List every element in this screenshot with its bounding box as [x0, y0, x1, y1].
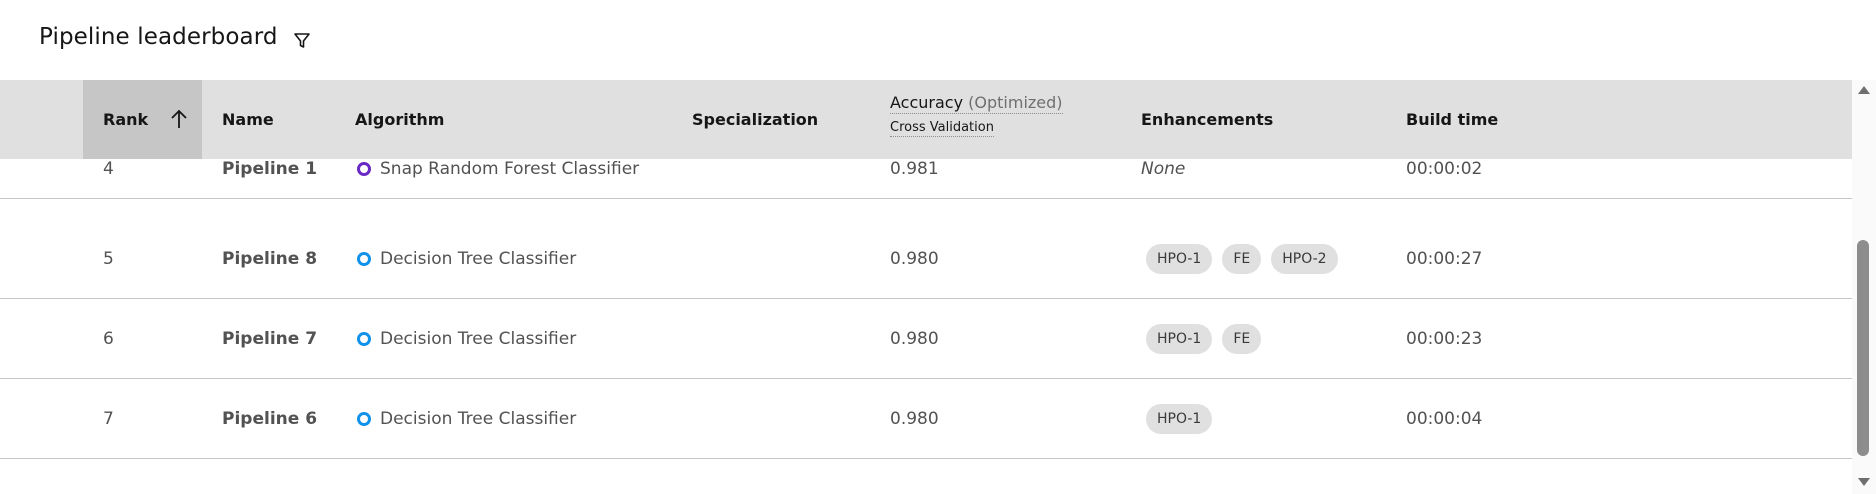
column-header-accuracy[interactable]: Accuracy (Optimized) Cross Validation [890, 93, 1063, 137]
column-header-name[interactable]: Name [222, 80, 274, 159]
scroll-up-icon[interactable] [1858, 86, 1870, 94]
enhancement-tag[interactable]: FE [1222, 323, 1262, 354]
column-header-specialization[interactable]: Specialization [692, 80, 818, 159]
vertical-scrollbar[interactable] [1852, 80, 1876, 494]
filter-icon[interactable] [290, 28, 314, 52]
algorithm-cell: Decision Tree Classifier [357, 299, 576, 378]
accuracy-title: Accuracy [890, 93, 964, 112]
table-row[interactable]: 5 Pipeline 8 Decision Tree Classifier 0.980… [0, 219, 1852, 299]
scrollbar-thumb[interactable] [1857, 240, 1869, 456]
accuracy-cell: 0.980 [890, 248, 939, 269]
table-row[interactable]: 7 Pipeline 6 Decision Tree Classifier 0.980… [0, 379, 1852, 459]
algorithm-label: Decision Tree Classifier [380, 248, 577, 269]
enhancement-tag[interactable]: HPO-1 [1146, 243, 1213, 274]
enhancements-cell: HPO-1 [1146, 379, 1213, 458]
build-time-cell: 00:00:04 [1406, 408, 1483, 429]
rank-cell: 5 [103, 248, 114, 269]
pipeline-name-link[interactable]: Pipeline 6 [222, 379, 317, 458]
algorithm-label: Decision Tree Classifier [380, 328, 577, 349]
arrow-up-icon[interactable] [169, 108, 189, 130]
algorithm-ring-icon [357, 251, 371, 266]
algorithm-ring-icon [357, 331, 371, 346]
column-header-enhancements[interactable]: Enhancements [1141, 80, 1273, 159]
column-label-rank: Rank [103, 110, 149, 129]
column-header-build-time[interactable]: Build time [1406, 80, 1498, 159]
algorithm-ring-icon [357, 411, 371, 426]
table-header: Rank Name Algorithm Specialization Accur… [0, 80, 1852, 159]
scroll-down-icon[interactable] [1858, 478, 1870, 486]
pipeline-leaderboard-panel: Pipeline leaderboard Rank Name Algorithm… [0, 0, 1876, 494]
algorithm-label: Decision Tree Classifier [380, 408, 577, 429]
title-bar: Pipeline leaderboard [0, 0, 1876, 80]
enhancements-cell: HPO-1 FE [1146, 299, 1262, 378]
accuracy-sub-label[interactable]: Cross Validation [890, 120, 994, 137]
table-row[interactable]: 6 Pipeline 7 Decision Tree Classifier 0.980… [0, 299, 1852, 379]
build-time-cell: 00:00:23 [1406, 328, 1483, 349]
pipeline-name-link[interactable]: Pipeline 8 [222, 219, 317, 298]
enhancement-tag[interactable]: HPO-2 [1271, 243, 1338, 274]
algorithm-ring-icon [357, 161, 371, 176]
accuracy-cell: 0.980 [890, 408, 939, 429]
column-header-algorithm[interactable]: Algorithm [355, 80, 444, 159]
pipeline-name-link[interactable]: Pipeline 7 [222, 299, 317, 378]
rank-cell: 6 [103, 328, 114, 349]
accuracy-cell: 0.980 [890, 328, 939, 349]
enhancement-tag[interactable]: HPO-1 [1146, 323, 1213, 354]
leaderboard-table: Rank Name Algorithm Specialization Accur… [0, 80, 1852, 494]
accuracy-optimized-label: (Optimized) [968, 93, 1063, 112]
enhancement-tag[interactable]: FE [1222, 243, 1262, 274]
enhancement-tag[interactable]: HPO-1 [1146, 403, 1213, 434]
build-time-cell: 00:00:27 [1406, 248, 1483, 269]
rank-cell: 7 [103, 408, 114, 429]
algorithm-label: Snap Random Forest Classifier [380, 158, 640, 179]
column-header-rank[interactable]: Rank [83, 80, 202, 159]
accuracy-label[interactable]: Accuracy (Optimized) [890, 93, 1063, 114]
algorithm-cell: Decision Tree Classifier [357, 219, 576, 298]
enhancements-cell: HPO-1 FE HPO-2 [1146, 219, 1338, 298]
algorithm-cell: Decision Tree Classifier [357, 379, 576, 458]
enhancements-none-label: None [1141, 158, 1186, 179]
page-title: Pipeline leaderboard [39, 24, 278, 50]
